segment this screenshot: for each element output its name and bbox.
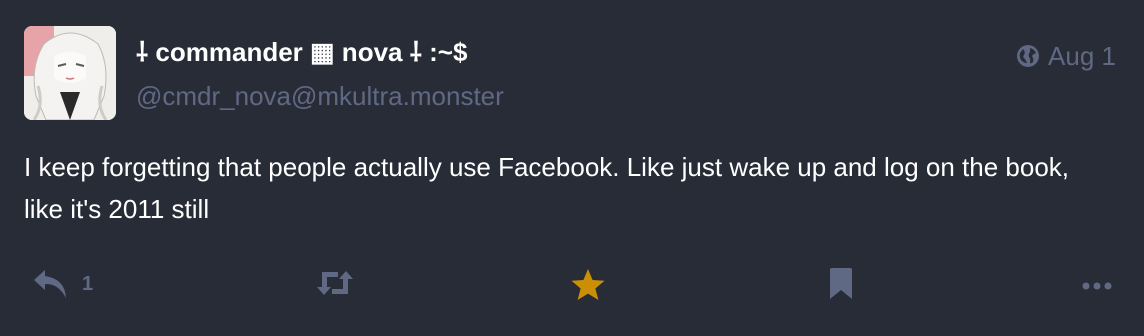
reply-icon	[34, 270, 66, 298]
status-content: I keep forgetting that people actually u…	[24, 152, 1070, 224]
display-name[interactable]: ⸸ commander ▦ nova ⸸ :~$	[136, 36, 467, 68]
avatar-image	[24, 26, 116, 120]
account-handle[interactable]: @cmdr_nova@mkultra.monster	[136, 80, 504, 112]
ellipsis-icon	[1082, 282, 1112, 290]
more-button[interactable]	[1082, 268, 1112, 300]
boost-button[interactable]	[314, 268, 356, 298]
timestamp-text: Aug 1	[1048, 41, 1116, 71]
star-icon	[571, 269, 605, 300]
favourite-button[interactable]	[570, 268, 606, 302]
reply-button[interactable]: 1	[32, 268, 93, 300]
avatar[interactable]	[24, 26, 116, 120]
status-card: ⸸ commander ▦ nova ⸸ :~$ @cmdr_nova@mkul…	[0, 0, 1144, 336]
reply-count: 1	[82, 272, 94, 295]
timestamp-link[interactable]: Aug 1	[1016, 40, 1116, 72]
bookmark-button[interactable]	[828, 268, 854, 300]
globe-icon	[1017, 45, 1040, 67]
bookmark-icon	[830, 268, 852, 299]
boost-icon	[317, 271, 353, 295]
